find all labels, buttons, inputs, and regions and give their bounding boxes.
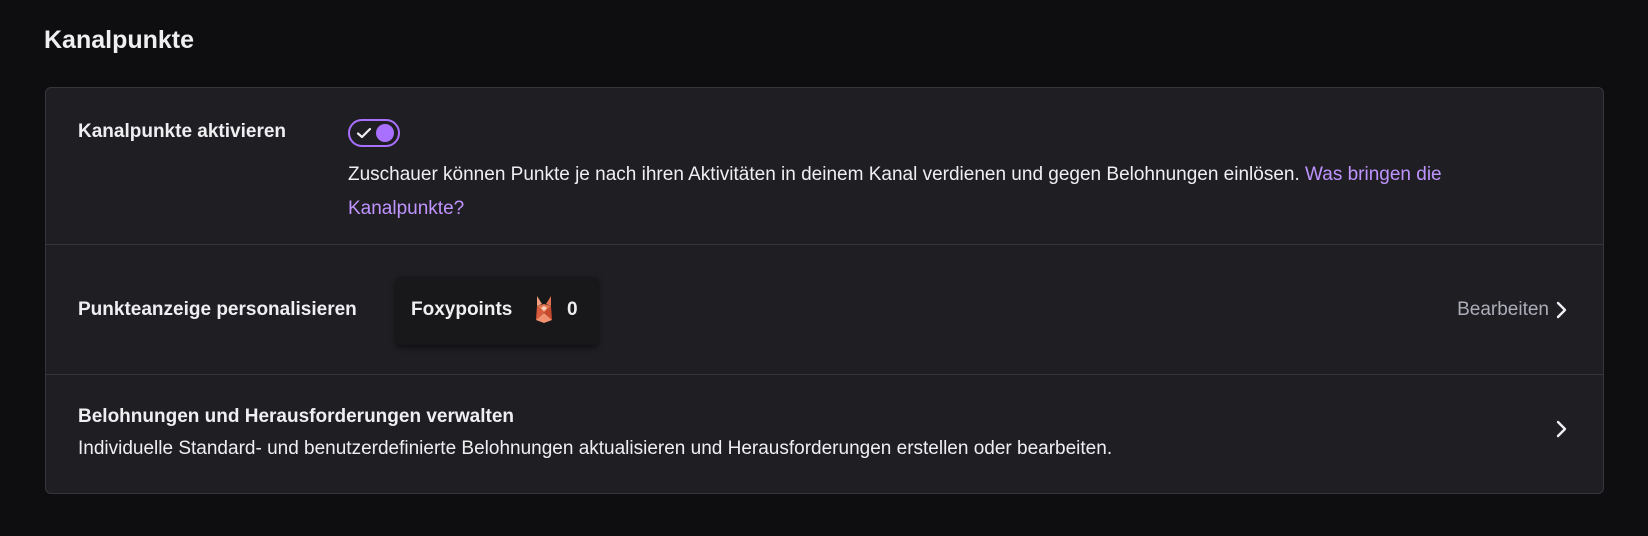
checkmark-icon (356, 127, 372, 139)
chevron-right-icon[interactable] (1551, 419, 1571, 439)
enable-channel-points-description: Zuschauer können Punkte je nach ihren Ak… (348, 158, 1528, 226)
fox-icon (536, 296, 552, 323)
enable-channel-points-label: Kanalpunkte aktivieren (78, 121, 287, 142)
description-text: Zuschauer können Punkte je nach ihren Ak… (348, 164, 1300, 185)
personalize-points-row[interactable]: Punkteanzeige personalisieren Foxypoints… (46, 245, 1603, 374)
enable-channel-points-toggle[interactable] (348, 119, 400, 147)
enable-channel-points-row: Kanalpunkte aktivieren Zuschauer können … (46, 88, 1603, 244)
settings-panel: Kanalpunkte aktivieren Zuschauer können … (45, 87, 1604, 494)
points-preview-card: Foxypoints 0 (396, 277, 598, 345)
section-title: Kanalpunkte (44, 26, 195, 54)
channel-points-settings: Kanalpunkte Kanalpunkte aktivieren Zusch… (0, 0, 1648, 536)
personalize-points-label: Punkteanzeige personalisieren (78, 299, 357, 320)
manage-rewards-description: Individuelle Standard- und benutzerdefin… (78, 438, 1113, 459)
chevron-right-icon[interactable] (1551, 300, 1571, 320)
points-value: 0 (567, 299, 578, 320)
edit-button[interactable]: Bearbeiten (1457, 298, 1549, 322)
manage-rewards-row[interactable]: Belohnungen und Herausforderungen verwal… (46, 375, 1603, 493)
toggle-knob (376, 124, 394, 142)
points-name: Foxypoints (411, 299, 513, 320)
manage-rewards-label: Belohnungen und Herausforderungen verwal… (78, 406, 514, 427)
